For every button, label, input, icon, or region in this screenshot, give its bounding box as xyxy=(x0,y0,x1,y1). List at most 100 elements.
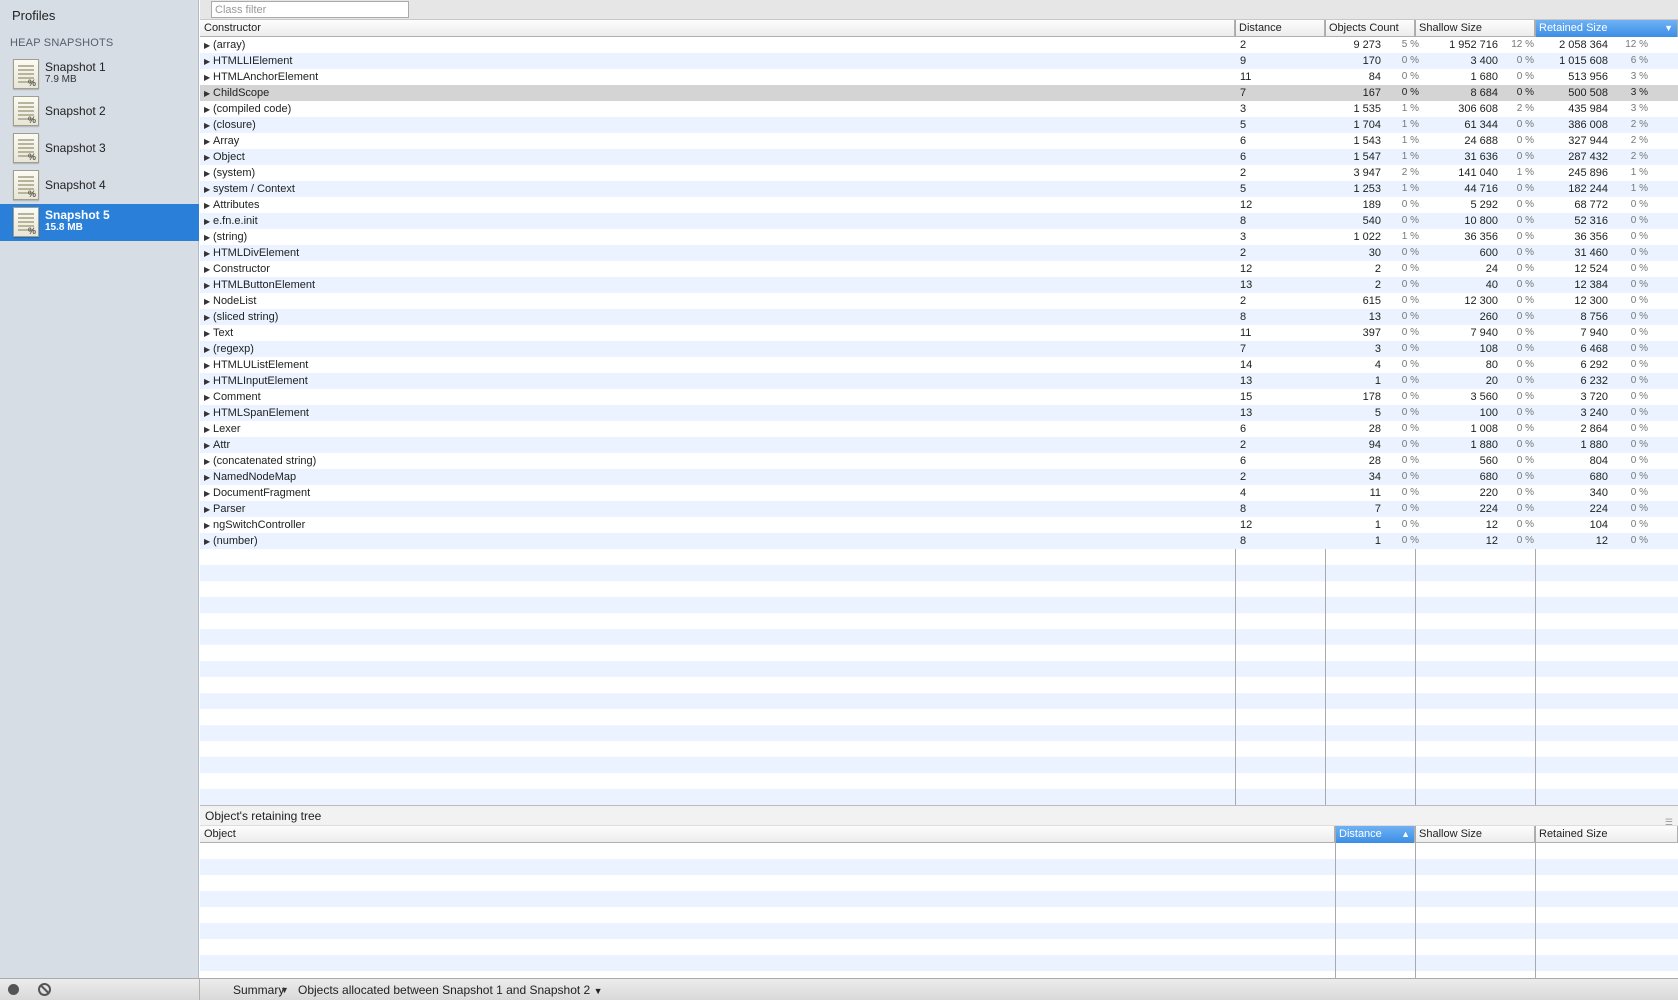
table-row[interactable]: ▶ (string) 3 1 022 1 % 36 356 0 % 36 356 0 % xyxy=(200,229,1678,245)
expand-triangle-icon[interactable]: ▶ xyxy=(204,38,213,54)
snapshot-item[interactable]: Snapshot 4 xyxy=(0,167,199,204)
expand-triangle-icon[interactable]: ▶ xyxy=(204,86,213,102)
table-row[interactable]: ▶ Comment 15 178 0 % 3 560 0 % 3 720 0 % xyxy=(200,389,1678,405)
table-row[interactable]: ▶ Text 11 397 0 % 7 940 0 % 7 940 0 % xyxy=(200,325,1678,341)
constructor-name: HTMLSpanElement xyxy=(213,407,309,419)
expand-triangle-icon[interactable]: ▶ xyxy=(204,102,213,118)
expand-triangle-icon[interactable]: ▶ xyxy=(204,406,213,422)
constructor-name: (number) xyxy=(213,535,258,547)
snapshot-item[interactable]: Snapshot 2 xyxy=(0,93,199,130)
table-row[interactable]: ▶ HTMLSpanElement 13 5 0 % 100 0 % 3 240 0 % xyxy=(200,405,1678,421)
table-row[interactable]: ▶ (array) 2 9 273 5 % 1 952 716 12 % 2 058 364 1… xyxy=(200,37,1678,53)
expand-triangle-icon[interactable]: ▶ xyxy=(204,486,213,502)
expand-triangle-icon[interactable]: ▶ xyxy=(204,214,213,230)
expand-triangle-icon[interactable]: ▶ xyxy=(204,166,213,182)
expand-triangle-icon[interactable]: ▶ xyxy=(204,182,213,198)
table-row[interactable]: ▶ HTMLLIElement 9 170 0 % 3 400 0 % 1 015 608 6 … xyxy=(200,53,1678,69)
expand-triangle-icon[interactable]: ▶ xyxy=(204,278,213,294)
table-row[interactable]: ▶ (compiled code) 3 1 535 1 % 306 608 2 % 435 9… xyxy=(200,101,1678,117)
retained-size-percent: 0 % xyxy=(1630,215,1648,226)
table-row[interactable]: ▶ HTMLInputElement 13 1 0 % 20 0 % 6 232 0 % xyxy=(200,373,1678,389)
expand-triangle-icon[interactable]: ▶ xyxy=(204,534,213,550)
table-row[interactable]: ▶ ChildScope 7 167 0 % 8 684 0 % 500 508 3 % xyxy=(200,85,1678,101)
table-row[interactable]: ▶ (closure) 5 1 704 1 % 61 344 0 % 386 008 2 % xyxy=(200,117,1678,133)
expand-triangle-icon[interactable]: ▶ xyxy=(204,342,213,358)
table-row[interactable]: ▶ HTMLDivElement 2 30 0 % 600 0 % 31 460 0 % xyxy=(200,245,1678,261)
column-header-distance[interactable]: Distance xyxy=(1235,20,1325,37)
expand-triangle-icon[interactable]: ▶ xyxy=(204,230,213,246)
expand-triangle-icon[interactable]: ▶ xyxy=(204,54,213,70)
chevron-down-icon[interactable]: ▼ xyxy=(280,979,289,1000)
column-header-objects-count[interactable]: Objects Count xyxy=(1325,20,1415,37)
distance-cell: 2 xyxy=(1240,439,1247,451)
view-selector[interactable]: Summary xyxy=(233,979,284,1000)
column-header-object[interactable]: Object xyxy=(200,826,1335,843)
table-row[interactable]: ▶ e.fn.e.init 8 540 0 % 10 800 0 % 52 316 0 % xyxy=(200,213,1678,229)
column-header-retained-size[interactable]: Retained Size ▼ xyxy=(1535,20,1678,37)
expand-triangle-icon[interactable]: ▶ xyxy=(204,150,213,166)
expand-triangle-icon[interactable]: ▶ xyxy=(204,246,213,262)
table-row[interactable]: ▶ HTMLAnchorElement 11 84 0 % 1 680 0 % 513 956… xyxy=(200,69,1678,85)
table-row[interactable]: ▶ system / Context 5 1 253 1 % 44 716 0 % 182 2… xyxy=(200,181,1678,197)
retained-size-percent: 0 % xyxy=(1630,199,1648,210)
class-filter-input[interactable] xyxy=(211,1,409,18)
record-icon[interactable] xyxy=(8,984,19,995)
table-row[interactable]: ▶ HTMLButtonElement 13 2 0 % 40 0 % 12 384 0 % xyxy=(200,277,1678,293)
column-header-distance-label: Distance xyxy=(1239,22,1282,34)
expand-triangle-icon[interactable]: ▶ xyxy=(204,118,213,134)
expand-triangle-icon[interactable]: ▶ xyxy=(204,198,213,214)
column-header-constructor[interactable]: Constructor xyxy=(200,20,1235,37)
expand-triangle-icon[interactable]: ▶ xyxy=(204,502,213,518)
column-header-retaining-distance[interactable]: Distance ▲ xyxy=(1335,826,1415,843)
table-row[interactable]: ▶ Array 6 1 543 1 % 24 688 0 % 327 944 2 % xyxy=(200,133,1678,149)
expand-triangle-icon[interactable]: ▶ xyxy=(204,326,213,342)
column-header-retaining-shallow-size[interactable]: Shallow Size xyxy=(1415,826,1535,843)
expand-triangle-icon[interactable]: ▶ xyxy=(204,70,213,86)
table-row[interactable]: ▶ Attributes 12 189 0 % 5 292 0 % 68 772 0 % xyxy=(200,197,1678,213)
table-row[interactable]: ▶ ngSwitchController 12 1 0 % 12 0 % 104 0 % xyxy=(200,517,1678,533)
table-row[interactable]: ▶ (regexp) 7 3 0 % 108 0 % 6 468 0 % xyxy=(200,341,1678,357)
expand-triangle-icon[interactable]: ▶ xyxy=(204,518,213,534)
table-row[interactable]: ▶ (concatenated string) 6 28 0 % 560 0 % 804 0 % xyxy=(200,453,1678,469)
table-row[interactable]: ▶ NodeList 2 615 0 % 12 300 0 % 12 300 0 % xyxy=(200,293,1678,309)
expand-triangle-icon[interactable]: ▶ xyxy=(204,374,213,390)
table-row[interactable]: ▶ DocumentFragment 4 11 0 % 220 0 % 340 0 % xyxy=(200,485,1678,501)
clear-icon[interactable] xyxy=(38,983,51,996)
expand-triangle-icon[interactable]: ▶ xyxy=(204,134,213,150)
expand-triangle-icon[interactable]: ▶ xyxy=(204,470,213,486)
column-header-retaining-retained-size-label: Retained Size xyxy=(1539,828,1608,840)
expand-triangle-icon[interactable]: ▶ xyxy=(204,310,213,326)
objects-count-cell: 540 xyxy=(1362,215,1381,227)
retained-size-percent: 0 % xyxy=(1630,311,1648,322)
expand-triangle-icon[interactable]: ▶ xyxy=(204,262,213,278)
snapshot-item[interactable]: Snapshot 3 xyxy=(0,130,199,167)
column-header-shallow-size[interactable]: Shallow Size xyxy=(1415,20,1535,37)
chevron-down-icon: ▼ xyxy=(593,986,603,996)
table-row[interactable]: ▶ (system) 2 3 947 2 % 141 040 1 % 245 896 1 % xyxy=(200,165,1678,181)
column-header-retaining-retained-size[interactable]: Retained Size xyxy=(1535,826,1678,843)
snapshot-item[interactable]: Snapshot 17.9 MB xyxy=(0,56,199,93)
profiles-sidebar: Profiles HEAP SNAPSHOTS Snapshot 17.9 MB… xyxy=(0,0,199,978)
expand-triangle-icon[interactable]: ▶ xyxy=(204,390,213,406)
table-row[interactable]: ▶ (number) 8 1 0 % 12 0 % 12 0 % xyxy=(200,533,1678,549)
expand-triangle-icon[interactable]: ▶ xyxy=(204,422,213,438)
expand-triangle-icon[interactable]: ▶ xyxy=(204,294,213,310)
table-row[interactable]: ▶ NamedNodeMap 2 34 0 % 680 0 % 680 0 % xyxy=(200,469,1678,485)
constructor-cell: ▶ e.fn.e.init xyxy=(204,213,258,229)
allocation-range-selector[interactable]: Objects allocated between Snapshot 1 and… xyxy=(298,979,602,1000)
table-row[interactable]: ▶ Constructor 12 2 0 % 24 0 % 12 524 0 % xyxy=(200,261,1678,277)
expand-triangle-icon[interactable]: ▶ xyxy=(204,438,213,454)
distance-cell: 8 xyxy=(1240,503,1247,515)
constructor-name: system / Context xyxy=(213,183,295,195)
table-row[interactable]: ▶ Attr 2 94 0 % 1 880 0 % 1 880 0 % xyxy=(200,437,1678,453)
snapshot-item[interactable]: Snapshot 515.8 MB xyxy=(0,204,199,241)
shallow-size-cell: 12 xyxy=(1485,519,1498,531)
table-row[interactable]: ▶ HTMLUListElement 14 4 0 % 80 0 % 6 292 0 % xyxy=(200,357,1678,373)
expand-triangle-icon[interactable]: ▶ xyxy=(204,454,213,470)
table-row[interactable]: ▶ Object 6 1 547 1 % 31 636 0 % 287 432 2 % xyxy=(200,149,1678,165)
table-row[interactable]: ▶ Lexer 6 28 0 % 1 008 0 % 2 864 0 % xyxy=(200,421,1678,437)
shallow-size-cell: 44 716 xyxy=(1464,183,1498,195)
table-row[interactable]: ▶ Parser 8 7 0 % 224 0 % 224 0 % xyxy=(200,501,1678,517)
table-row[interactable]: ▶ (sliced string) 8 13 0 % 260 0 % 8 756 0 % xyxy=(200,309,1678,325)
expand-triangle-icon[interactable]: ▶ xyxy=(204,358,213,374)
